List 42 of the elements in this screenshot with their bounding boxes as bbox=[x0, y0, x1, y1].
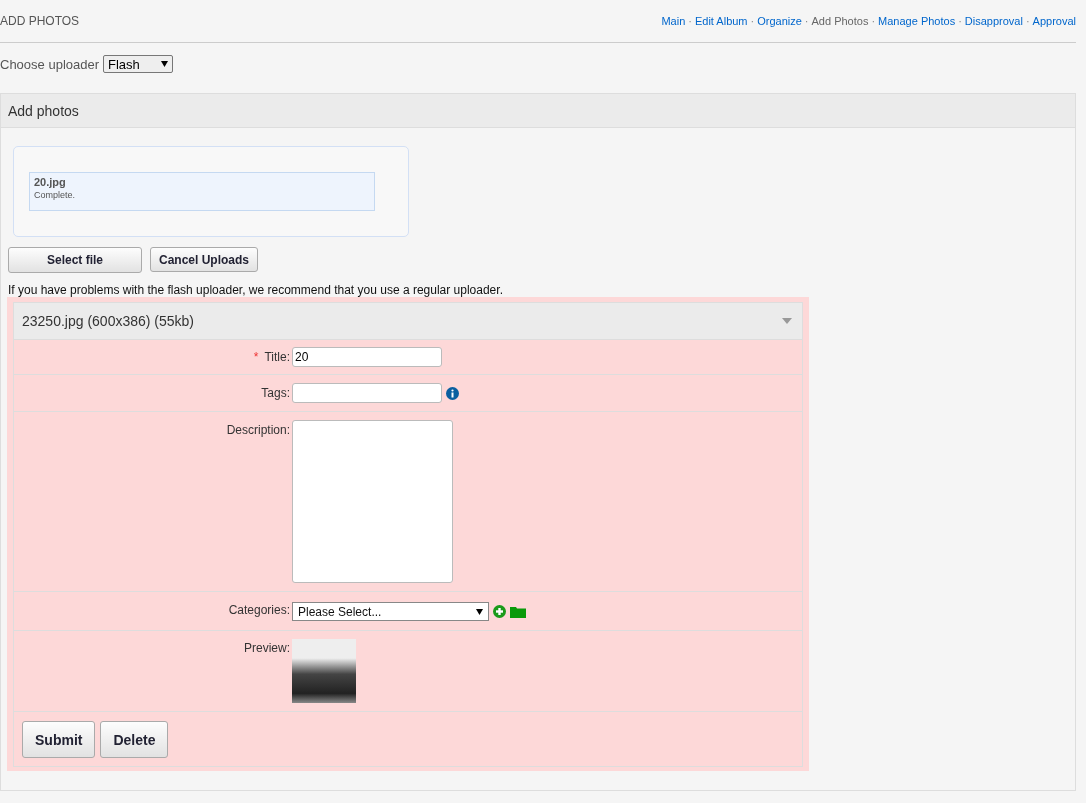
tags-input[interactable] bbox=[292, 383, 442, 403]
separator: · bbox=[688, 15, 692, 27]
add-icon[interactable] bbox=[493, 605, 506, 618]
nav-link[interactable]: Manage Photos bbox=[878, 15, 956, 27]
uploader-label: Choose uploader bbox=[0, 56, 100, 72]
info-icon[interactable] bbox=[446, 386, 459, 400]
field-label: Description: bbox=[226, 422, 290, 437]
nav-link[interactable]: Add Photos bbox=[811, 15, 869, 27]
select-file-button[interactable]: Select file bbox=[8, 247, 142, 273]
field-label: Tags: bbox=[261, 385, 290, 400]
field-label: Preview: bbox=[244, 640, 290, 655]
nav-link[interactable]: Disapproval bbox=[964, 15, 1023, 27]
upload-status: Complete. bbox=[34, 190, 77, 200]
nav-link[interactable]: Edit Album bbox=[694, 15, 748, 27]
submit-button[interactable]: Submit bbox=[22, 721, 96, 758]
panel-title: Add photos bbox=[1, 94, 1075, 128]
dropdown-arrow-icon bbox=[476, 608, 483, 615]
dropdown-arrow-icon bbox=[161, 61, 169, 67]
item-header[interactable]: 23250.jpg (600x386) (55kb) bbox=[13, 302, 803, 340]
separator: · bbox=[958, 15, 962, 27]
separator: · bbox=[804, 15, 809, 27]
item-title: 23250.jpg (600x386) (55kb) bbox=[22, 313, 194, 329]
notice-text: If you have problems with the flash uploader, we recommend that you use a regular uploader. bbox=[8, 283, 504, 297]
categories-select[interactable]: Please Select... bbox=[292, 602, 489, 621]
description-textarea[interactable] bbox=[292, 420, 453, 583]
folder-icon[interactable] bbox=[510, 605, 526, 618]
file-name: 20.jpg bbox=[34, 176, 67, 188]
cancel-uploads-button[interactable]: Cancel Uploads bbox=[150, 247, 259, 272]
photo-placeholder bbox=[292, 639, 356, 703]
delete-button[interactable]: Delete bbox=[100, 721, 169, 758]
field-label: * Title: bbox=[253, 349, 290, 364]
title-input[interactable]: 20 bbox=[292, 347, 442, 367]
nav-link[interactable]: Organize bbox=[757, 15, 802, 27]
caret-icon bbox=[782, 318, 792, 324]
page-title: ADD PHOTOS bbox=[0, 14, 80, 28]
separator: · bbox=[871, 15, 876, 27]
nav-link[interactable]: Main bbox=[661, 15, 686, 27]
field-label: Categories: bbox=[228, 602, 290, 617]
uploader-select[interactable]: Flash bbox=[103, 55, 174, 73]
separator: · bbox=[750, 15, 755, 27]
nav-link[interactable]: Approval bbox=[1032, 15, 1076, 27]
separator: · bbox=[1025, 15, 1030, 27]
